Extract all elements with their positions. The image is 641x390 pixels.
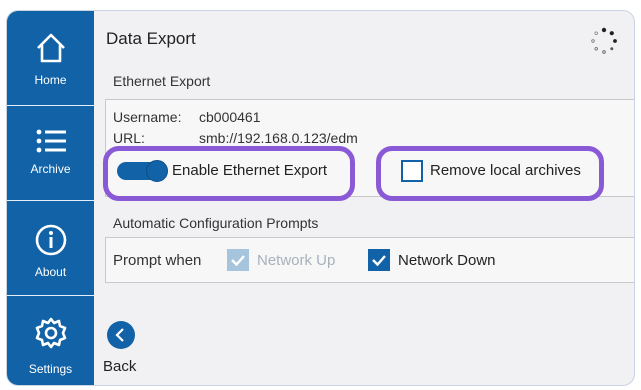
info-icon: [35, 224, 66, 256]
sidebar-item-archive[interactable]: Archive: [7, 106, 94, 201]
auto-config-panel: Prompt when Network Up Network Down: [105, 237, 634, 283]
prompt-when-label: Prompt when: [113, 252, 202, 269]
app-window: Home Archive About Settings Data Export …: [6, 10, 635, 386]
checkmark-icon: [372, 255, 386, 267]
sidebar-item-label: Home: [34, 73, 67, 87]
sidebar-item-label: About: [34, 265, 67, 279]
checkmark-icon: [231, 255, 245, 267]
username-label: Username:: [113, 109, 182, 125]
auto-config-section-label: Automatic Configuration Prompts: [113, 215, 319, 231]
sidebar-item-home[interactable]: Home: [7, 11, 94, 106]
sidebar: Home Archive About Settings: [7, 11, 94, 385]
network-up-checkbox[interactable]: [227, 249, 249, 271]
url-label: URL:: [113, 130, 145, 146]
home-icon: [36, 33, 65, 63]
username-value: cb000461: [199, 109, 261, 125]
url-row: URL: smb://192.168.0.123/edm: [113, 130, 358, 146]
ethernet-section-label: Ethernet Export: [113, 73, 211, 89]
highlight-outline: [103, 146, 355, 201]
url-value: smb://192.168.0.123/edm: [199, 130, 358, 146]
gear-icon: [35, 317, 66, 349]
network-down-checkbox[interactable]: [368, 249, 390, 271]
highlight-outline: [376, 146, 604, 201]
sidebar-item-settings[interactable]: Settings: [7, 296, 94, 385]
network-up-label[interactable]: Network Up: [257, 252, 335, 269]
list-icon: [36, 129, 66, 153]
username-row: Username: cb000461: [113, 109, 261, 125]
back-label[interactable]: Back: [103, 358, 136, 375]
back-button[interactable]: [107, 321, 135, 349]
sidebar-item-about[interactable]: About: [7, 201, 94, 296]
sidebar-item-label: Archive: [30, 162, 71, 176]
main-content: Data Export Ethernet Export Username: cb0…: [94, 11, 634, 385]
page-title: Data Export: [106, 29, 196, 48]
loading-spinner-icon: [591, 27, 617, 54]
sidebar-item-label: Settings: [28, 362, 73, 376]
chevron-left-icon: [115, 328, 124, 342]
network-down-label[interactable]: Network Down: [398, 252, 496, 269]
